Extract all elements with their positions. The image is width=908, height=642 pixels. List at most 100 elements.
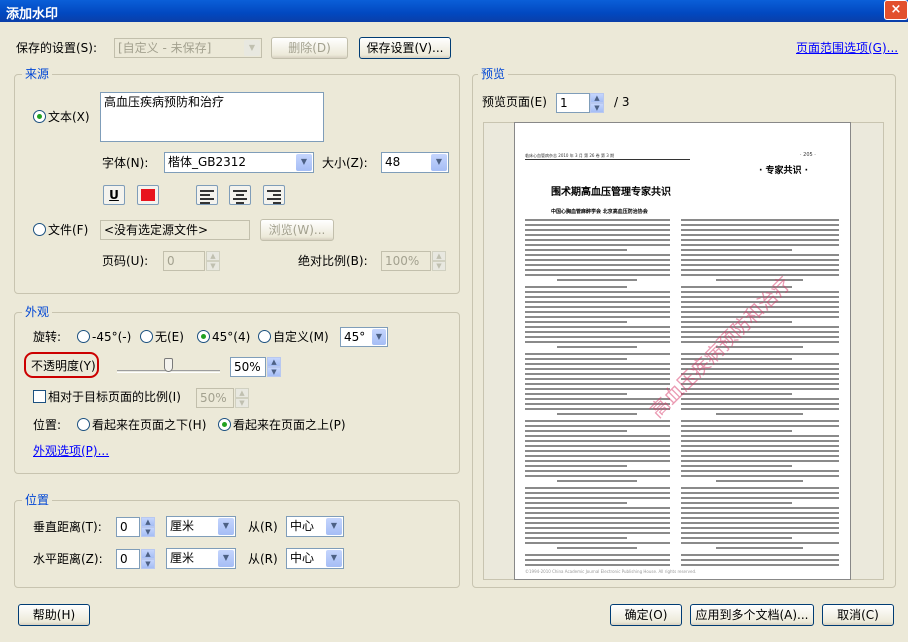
doc-text-line — [681, 388, 839, 390]
doc-text-line — [525, 383, 670, 385]
rotation-value-select[interactable]: 45° ▼ — [340, 327, 388, 347]
vertical-from-label: 从(R) — [248, 520, 278, 534]
doc-text-line — [525, 554, 670, 556]
rotation-neg45-radio[interactable] — [77, 330, 90, 343]
relative-scale-down[interactable]: ▼ — [235, 398, 249, 408]
abs-scale-up[interactable]: ▲ — [432, 251, 446, 261]
rotation-none-label: 无(E) — [155, 330, 184, 344]
opacity-slider[interactable] — [117, 356, 220, 376]
doc-footer: ©1994-2010 China Academic Journal Electr… — [525, 569, 697, 574]
rotation-45-label: 45°(4) — [212, 330, 251, 344]
horizontal-from-value: 中心 — [290, 551, 315, 565]
horizontal-unit-select[interactable]: 厘米 ▼ — [166, 548, 236, 569]
page-number-up[interactable]: ▲ — [206, 251, 220, 261]
vertical-from-value: 中心 — [290, 519, 315, 533]
abs-scale-down[interactable]: ▼ — [432, 261, 446, 271]
doc-text-line — [525, 542, 670, 544]
doc-text-line — [525, 507, 670, 509]
size-select[interactable]: 48 ▼ — [381, 152, 449, 173]
doc-text-line — [525, 224, 670, 226]
preview-page-total: / 3 — [614, 95, 630, 109]
horizontal-distance-up[interactable]: ▲ — [141, 549, 155, 559]
ok-button[interactable]: 确定(O) — [610, 604, 682, 626]
doc-text-line — [681, 326, 839, 328]
rotation-45-radio[interactable] — [197, 330, 210, 343]
doc-text-line — [525, 527, 670, 529]
doc-text-line — [525, 497, 670, 499]
file-radio[interactable] — [33, 223, 46, 236]
delete-button[interactable]: 删除(D) — [271, 37, 348, 59]
rotation-value: 45° — [344, 330, 366, 344]
horizontal-from-select[interactable]: 中心 ▼ — [286, 548, 344, 569]
page-range-options-link[interactable]: 页面范围选项(G)... — [796, 39, 898, 57]
preview-page-down[interactable]: ▼ — [590, 103, 604, 113]
doc-text-line — [525, 301, 670, 303]
align-right-icon[interactable] — [263, 185, 285, 205]
vertical-unit-select[interactable]: 厘米 ▼ — [166, 516, 236, 537]
doc-text-line — [525, 373, 670, 375]
doc-text-line — [525, 460, 670, 462]
doc-text-line — [681, 522, 839, 524]
doc-text-line — [525, 564, 670, 566]
position-front-radio[interactable] — [218, 418, 231, 431]
help-button[interactable]: 帮助(H) — [18, 604, 90, 626]
doc-text-line — [525, 512, 670, 514]
relative-scale-checkbox[interactable] — [33, 390, 46, 403]
horizontal-distance-down[interactable]: ▼ — [141, 559, 155, 569]
color-swatch-icon — [141, 189, 155, 201]
doc-text-line — [681, 264, 839, 266]
preview-page-up[interactable]: ▲ — [590, 93, 604, 103]
size-label: 大小(Z): — [322, 156, 368, 170]
page-number-down[interactable]: ▼ — [206, 261, 220, 271]
rotation-none-radio[interactable] — [140, 330, 153, 343]
abs-scale-input[interactable]: 100% — [381, 251, 431, 271]
doc-text-line — [525, 239, 670, 241]
color-swatch-button[interactable] — [137, 185, 159, 205]
horizontal-distance-input[interactable]: 0 — [116, 549, 140, 569]
vertical-distance-up[interactable]: ▲ — [141, 517, 155, 527]
doc-text-line — [681, 492, 839, 494]
doc-text-line — [681, 487, 839, 489]
relative-scale-up[interactable]: ▲ — [235, 388, 249, 398]
opacity-slider-thumb[interactable] — [164, 358, 173, 372]
align-left-icon[interactable] — [196, 185, 218, 205]
saved-settings-select[interactable]: [自定义 - 未保存] ▼ — [114, 38, 262, 58]
doc-text-line — [681, 408, 839, 410]
position-label: 位置: — [33, 418, 62, 432]
file-radio-label: 文件(F) — [48, 223, 89, 237]
watermark-text-input[interactable]: 高血压疾病预防和治疗 — [100, 92, 324, 142]
doc-text-line — [525, 326, 670, 328]
vertical-distance-input[interactable]: 0 — [116, 517, 140, 537]
text-radio[interactable] — [33, 110, 46, 123]
opacity-down[interactable]: ▼ — [267, 367, 281, 377]
doc-text-line — [715, 480, 803, 482]
doc-text-line — [525, 492, 670, 494]
preview-page-input[interactable]: 1 — [556, 93, 590, 113]
page-number-input[interactable]: 0 — [163, 251, 205, 271]
opacity-input[interactable]: 50% — [230, 357, 266, 377]
doc-text-line — [681, 440, 839, 442]
doc-text-line — [681, 542, 839, 544]
align-center-icon[interactable] — [229, 185, 251, 205]
vertical-distance-down[interactable]: ▼ — [141, 527, 155, 537]
page-number-label: 页码(U): — [102, 254, 149, 268]
close-button[interactable]: × — [884, 0, 908, 20]
font-select[interactable]: 楷体_GB2312 ▼ — [164, 152, 314, 173]
underline-icon[interactable]: U — [103, 185, 125, 205]
position-behind-radio[interactable] — [77, 418, 90, 431]
save-settings-button[interactable]: 保存设置(V)... — [359, 37, 451, 59]
relative-scale-input[interactable]: 50% — [196, 388, 234, 408]
apply-multiple-button[interactable]: 应用到多个文档(A)... — [690, 604, 814, 626]
doc-text-line — [681, 398, 839, 400]
opacity-up[interactable]: ▲ — [267, 357, 281, 367]
doc-text-line — [715, 279, 803, 281]
doc-text-line — [681, 497, 839, 499]
doc-header-left: 临床心血管病杂志 2010 年 3 月 第 26 卷 第 3 期 — [525, 153, 690, 160]
cancel-button[interactable]: 取消(C) — [822, 604, 894, 626]
browse-button[interactable]: 浏览(W)... — [260, 219, 334, 241]
window-title: 添加水印 — [0, 0, 908, 22]
vertical-from-select[interactable]: 中心 ▼ — [286, 516, 344, 537]
rotation-custom-radio[interactable] — [258, 330, 271, 343]
doc-text-line — [681, 512, 839, 514]
appearance-options-link[interactable]: 外观选项(P)... — [33, 442, 109, 460]
